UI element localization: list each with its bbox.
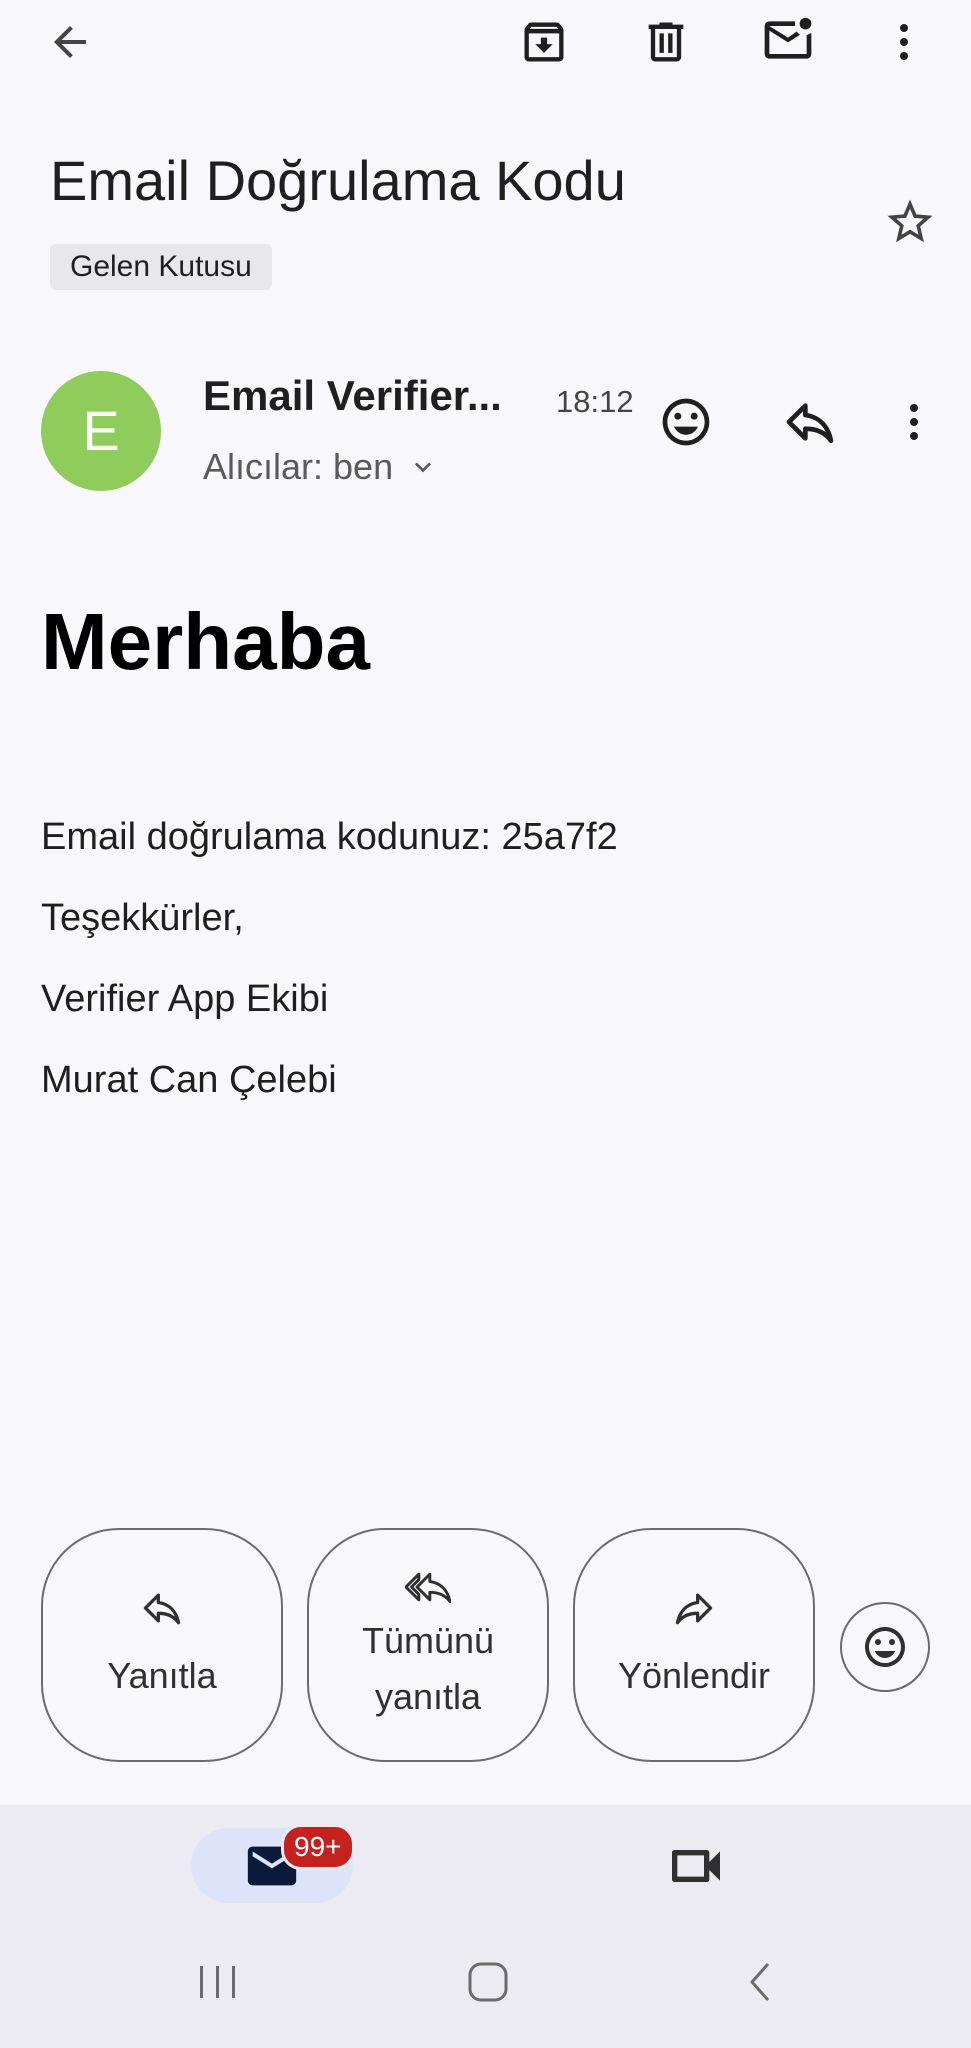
more-vert-icon[interactable] [872,10,936,74]
unread-count-badge: 99+ [281,1824,355,1870]
message-more-icon[interactable] [882,390,946,454]
body-line: Verifier App Ekibi [41,978,329,1020]
recent-apps-icon[interactable] [196,1960,240,2004]
home-icon[interactable] [466,1960,510,2004]
verification-code-line: Email doğrulama kodunuz: 25a7f2 [41,816,618,858]
email-subject: Email Doğrulama Kodu [50,149,626,212]
reply-all-label-line2: yanıtla [374,1676,482,1717]
email-greeting: Merhaba [41,597,370,686]
forward-button[interactable]: Yönlendir [573,1528,815,1762]
reply-all-icon [405,1565,451,1609]
inbox-label-chip[interactable]: Gelen Kutusu [50,244,272,290]
body-line: Murat Can Çelebi [41,1059,337,1101]
video-camera-icon[interactable] [664,1834,728,1898]
emoji-reaction-button[interactable] [840,1602,930,1692]
forward-icon [672,1586,716,1630]
email-time: 18:12 [556,384,634,419]
archive-icon[interactable] [512,10,576,74]
avatar[interactable]: E [41,371,161,491]
recipients-toggle[interactable]: Alıcılar: ben [203,446,439,488]
forward-label: Yönlendir [617,1655,771,1696]
back-arrow-icon[interactable] [38,10,102,74]
emoji-icon [861,1623,909,1671]
reply-icon[interactable] [778,390,842,454]
mark-unread-icon[interactable] [756,8,820,72]
reply-button[interactable]: Yanıtla [41,1528,283,1762]
chevron-down-icon [407,451,439,483]
reply-label: Yanıtla [107,1655,217,1696]
star-icon[interactable] [878,190,942,254]
reply-all-button[interactable]: Tümünü yanıtla [307,1528,549,1762]
bottom-navigation [0,1805,971,2048]
recipients-label: Alıcılar: ben [203,446,394,487]
body-line: Teşekkürler, [41,897,244,939]
sender-name: Email Verifier... [203,372,502,419]
reply-icon [140,1586,184,1630]
add-reaction-icon[interactable] [654,390,718,454]
system-back-icon[interactable] [740,1960,784,2004]
reply-all-label-line1: Tümünü [361,1620,495,1661]
delete-icon[interactable] [634,10,698,74]
